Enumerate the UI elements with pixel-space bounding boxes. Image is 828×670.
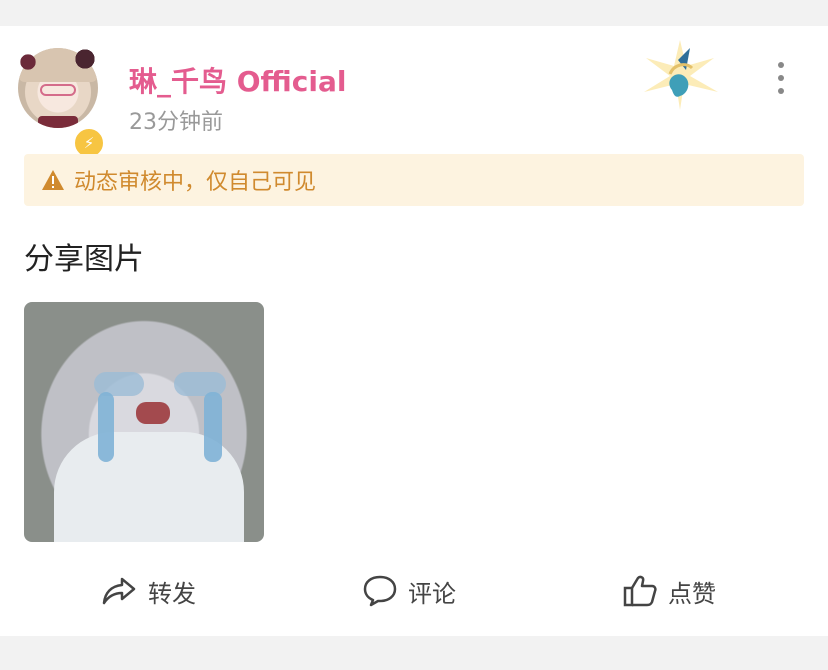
post-image[interactable]: [24, 302, 264, 542]
warning-icon: [40, 167, 66, 193]
share-label: 转发: [148, 579, 196, 608]
comment-bubble-icon: [362, 574, 398, 608]
avatar[interactable]: [14, 42, 104, 136]
more-vertical-icon[interactable]: [774, 62, 788, 94]
notice-text: 动态审核中，仅自己可见: [74, 170, 317, 195]
thumbs-up-icon: [622, 574, 658, 608]
comment-label: 评论: [408, 579, 456, 608]
decoration-badge-icon: [640, 40, 720, 110]
comment-button[interactable]: 评论: [362, 566, 456, 616]
post-text: 分享图片: [24, 242, 144, 277]
review-notice: 动态审核中，仅自己可见: [24, 154, 804, 206]
like-button[interactable]: 点赞: [622, 566, 716, 616]
post-card: ⚡ 琳_千鸟 Official 23分钟前 动态审核中，仅自己可见 分享图片 转…: [0, 26, 828, 636]
like-label: 点赞: [668, 579, 716, 608]
share-arrow-icon: [100, 575, 138, 607]
post-time: 23分钟前: [129, 110, 223, 135]
share-button[interactable]: 转发: [100, 566, 196, 616]
author-name[interactable]: 琳_千鸟 Official: [129, 60, 346, 100]
action-bar: 转发 评论 点赞: [0, 566, 828, 616]
